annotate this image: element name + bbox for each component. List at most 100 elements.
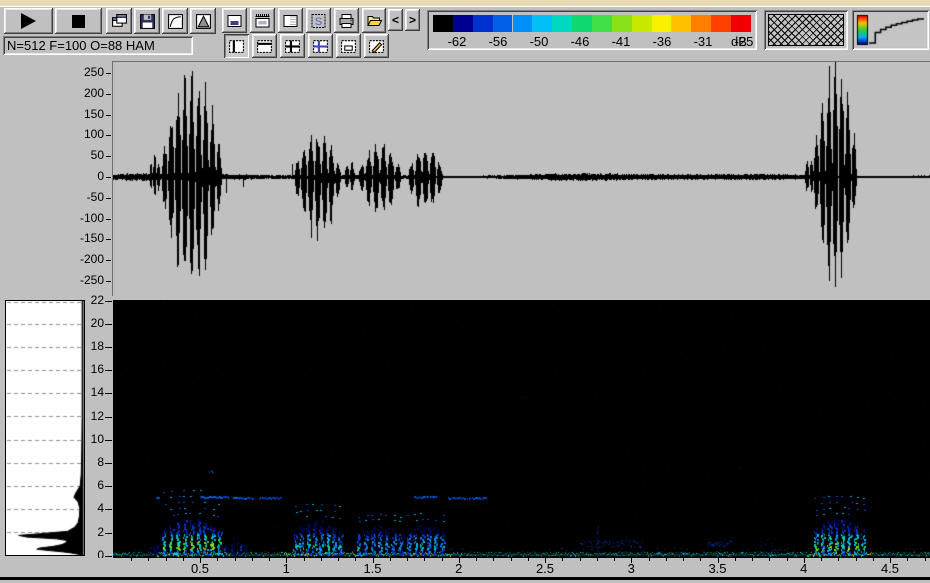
- hatch-pattern-box[interactable]: [764, 10, 848, 50]
- prev-view-button[interactable]: <: [388, 9, 403, 31]
- time-axis-minor-tick: [700, 558, 702, 561]
- time-axis-minor-tick: [907, 558, 909, 561]
- window-bottom-line: [0, 577, 930, 580]
- time-axis-major-tick: [803, 558, 805, 563]
- oscillogram-y-tick-label: 200: [83, 85, 104, 100]
- layout-top-panel-button[interactable]: [252, 34, 277, 58]
- spectrogram-y-tick-label: 8: [97, 454, 104, 469]
- time-axis-minor-tick: [752, 558, 753, 561]
- oscillogram-y-tick-mark: [106, 260, 111, 262]
- color-scale-segment: [651, 15, 672, 32]
- spectrogram-canvas[interactable]: [113, 300, 930, 558]
- oscillogram-y-tick-mark: [106, 197, 111, 199]
- window-spectrum-button[interactable]: S: [306, 8, 331, 33]
- window-copy-button[interactable]: [222, 8, 247, 33]
- save-file-icon: [139, 13, 155, 29]
- color-scale-segment: [452, 15, 473, 32]
- spectrogram-y-tick-mark: [105, 486, 112, 488]
- time-axis-minor-tick: [596, 558, 598, 561]
- top-strip-highlight: [0, 6, 930, 7]
- next-view-button[interactable]: >: [405, 9, 420, 31]
- time-axis-minor-tick: [182, 558, 184, 561]
- time-axis-tick-label: 2: [455, 561, 463, 576]
- time-axis-tick-label: 3.5: [708, 561, 727, 576]
- color-scale-tick-label: -50: [529, 34, 549, 49]
- oscillogram-canvas[interactable]: [113, 62, 930, 295]
- sound-analysis-window: N=512 F=100 O=88 HAM S < > -62 -56 -50 -…: [0, 0, 930, 583]
- window-ruler-button[interactable]: [250, 8, 275, 33]
- time-axis-minor-tick: [493, 558, 495, 561]
- time-axis-tick-label: 4: [800, 561, 808, 576]
- oscillogram-y-tick-mark: [106, 218, 111, 220]
- edit-annotate-button[interactable]: [364, 34, 389, 58]
- stop-button[interactable]: [55, 8, 102, 34]
- play-icon: [21, 13, 36, 29]
- spectrogram-y-tick-mark: [105, 346, 112, 348]
- time-axis-minor-tick: [355, 558, 357, 561]
- color-scale-segment: [433, 15, 453, 32]
- oscillogram-y-tick-label: 50: [90, 148, 104, 163]
- peak-display-button[interactable]: [190, 8, 216, 34]
- time-axis-tick-label: 1.5: [363, 561, 382, 576]
- color-scale-tick-label: -62: [447, 34, 467, 49]
- oscillogram-y-tick-mark: [106, 281, 111, 282]
- spectrogram-y-tick-mark: [105, 439, 112, 441]
- prev-view-label: <: [391, 13, 399, 27]
- spectrogram-y-tick-label: 12: [90, 408, 104, 423]
- time-axis-minor-tick: [648, 558, 650, 561]
- layout-top-panel-icon: [257, 39, 272, 53]
- time-axis-minor-tick: [562, 558, 564, 561]
- time-axis-minor-tick: [165, 558, 167, 561]
- oscillogram-y-tick-label: -200: [79, 252, 104, 267]
- next-view-label: >: [408, 13, 416, 27]
- spectrogram-y-tick-mark: [105, 323, 112, 325]
- time-axis-minor-tick: [872, 558, 874, 561]
- time-axis-tick-label: 2.5: [535, 561, 555, 576]
- oscillogram-y-tick-label: -150: [79, 231, 104, 246]
- color-scale-segment: [611, 15, 632, 32]
- time-axis-minor-tick: [924, 558, 926, 561]
- spectrogram-y-tick-mark: [105, 393, 112, 395]
- time-axis-minor-tick: [148, 558, 150, 561]
- layout-quad-button[interactable]: [280, 34, 305, 58]
- time-axis-minor-tick: [734, 558, 736, 561]
- color-scale-segment: [512, 15, 533, 32]
- play-button[interactable]: [4, 8, 53, 34]
- transfer-curve-button[interactable]: [162, 8, 188, 34]
- time-axis-minor-tick: [424, 558, 426, 561]
- spectrogram-y-tick-label: 18: [90, 338, 104, 353]
- svg-text:S: S: [315, 16, 322, 28]
- layout-left-panel-button[interactable]: [224, 34, 249, 58]
- spectrogram-y-tick-mark: [105, 370, 112, 372]
- window-shade-button[interactable]: [278, 8, 303, 33]
- oscillogram-y-tick-label: -50: [86, 189, 104, 204]
- spectrogram-y-tick-label: 6: [97, 478, 104, 493]
- spectrogram-y-tick-label: 4: [97, 501, 104, 516]
- layout-inner-window-button[interactable]: [336, 34, 361, 58]
- transfer-curve-box[interactable]: [852, 10, 929, 50]
- spectrogram-y-tick-mark: [105, 416, 112, 418]
- spectrogram-y-tick-mark: [105, 555, 112, 557]
- time-axis-minor-tick: [579, 558, 581, 561]
- window-copy-icon: [227, 14, 242, 27]
- open-file-button[interactable]: [362, 8, 386, 33]
- analysis-status-text: N=512 F=100 O=88 HAM: [7, 38, 155, 53]
- color-scale-unit-label: dB: [731, 34, 747, 49]
- layout-inner-window-icon: [341, 39, 356, 53]
- save-file-button[interactable]: [134, 8, 160, 34]
- time-axis-minor-tick: [614, 558, 615, 561]
- color-scale-segment: [572, 15, 592, 32]
- cascade-windows-icon: [111, 13, 127, 27]
- time-axis-minor-tick: [683, 558, 684, 561]
- time-axis-minor-tick: [251, 558, 253, 561]
- time-axis-major-tick: [458, 558, 460, 563]
- color-scale-segment: [492, 15, 513, 32]
- color-scale-segment: [711, 15, 732, 32]
- print-button[interactable]: [334, 8, 359, 33]
- spectrogram-y-tick-mark: [105, 462, 112, 464]
- spectrogram-y-tick-label: 20: [90, 315, 104, 330]
- layout-quad-icon: [285, 39, 300, 53]
- color-scale-tick-label: -31: [693, 34, 713, 49]
- cascade-windows-button[interactable]: [106, 8, 132, 34]
- layout-quad-linked-button[interactable]: [308, 34, 333, 58]
